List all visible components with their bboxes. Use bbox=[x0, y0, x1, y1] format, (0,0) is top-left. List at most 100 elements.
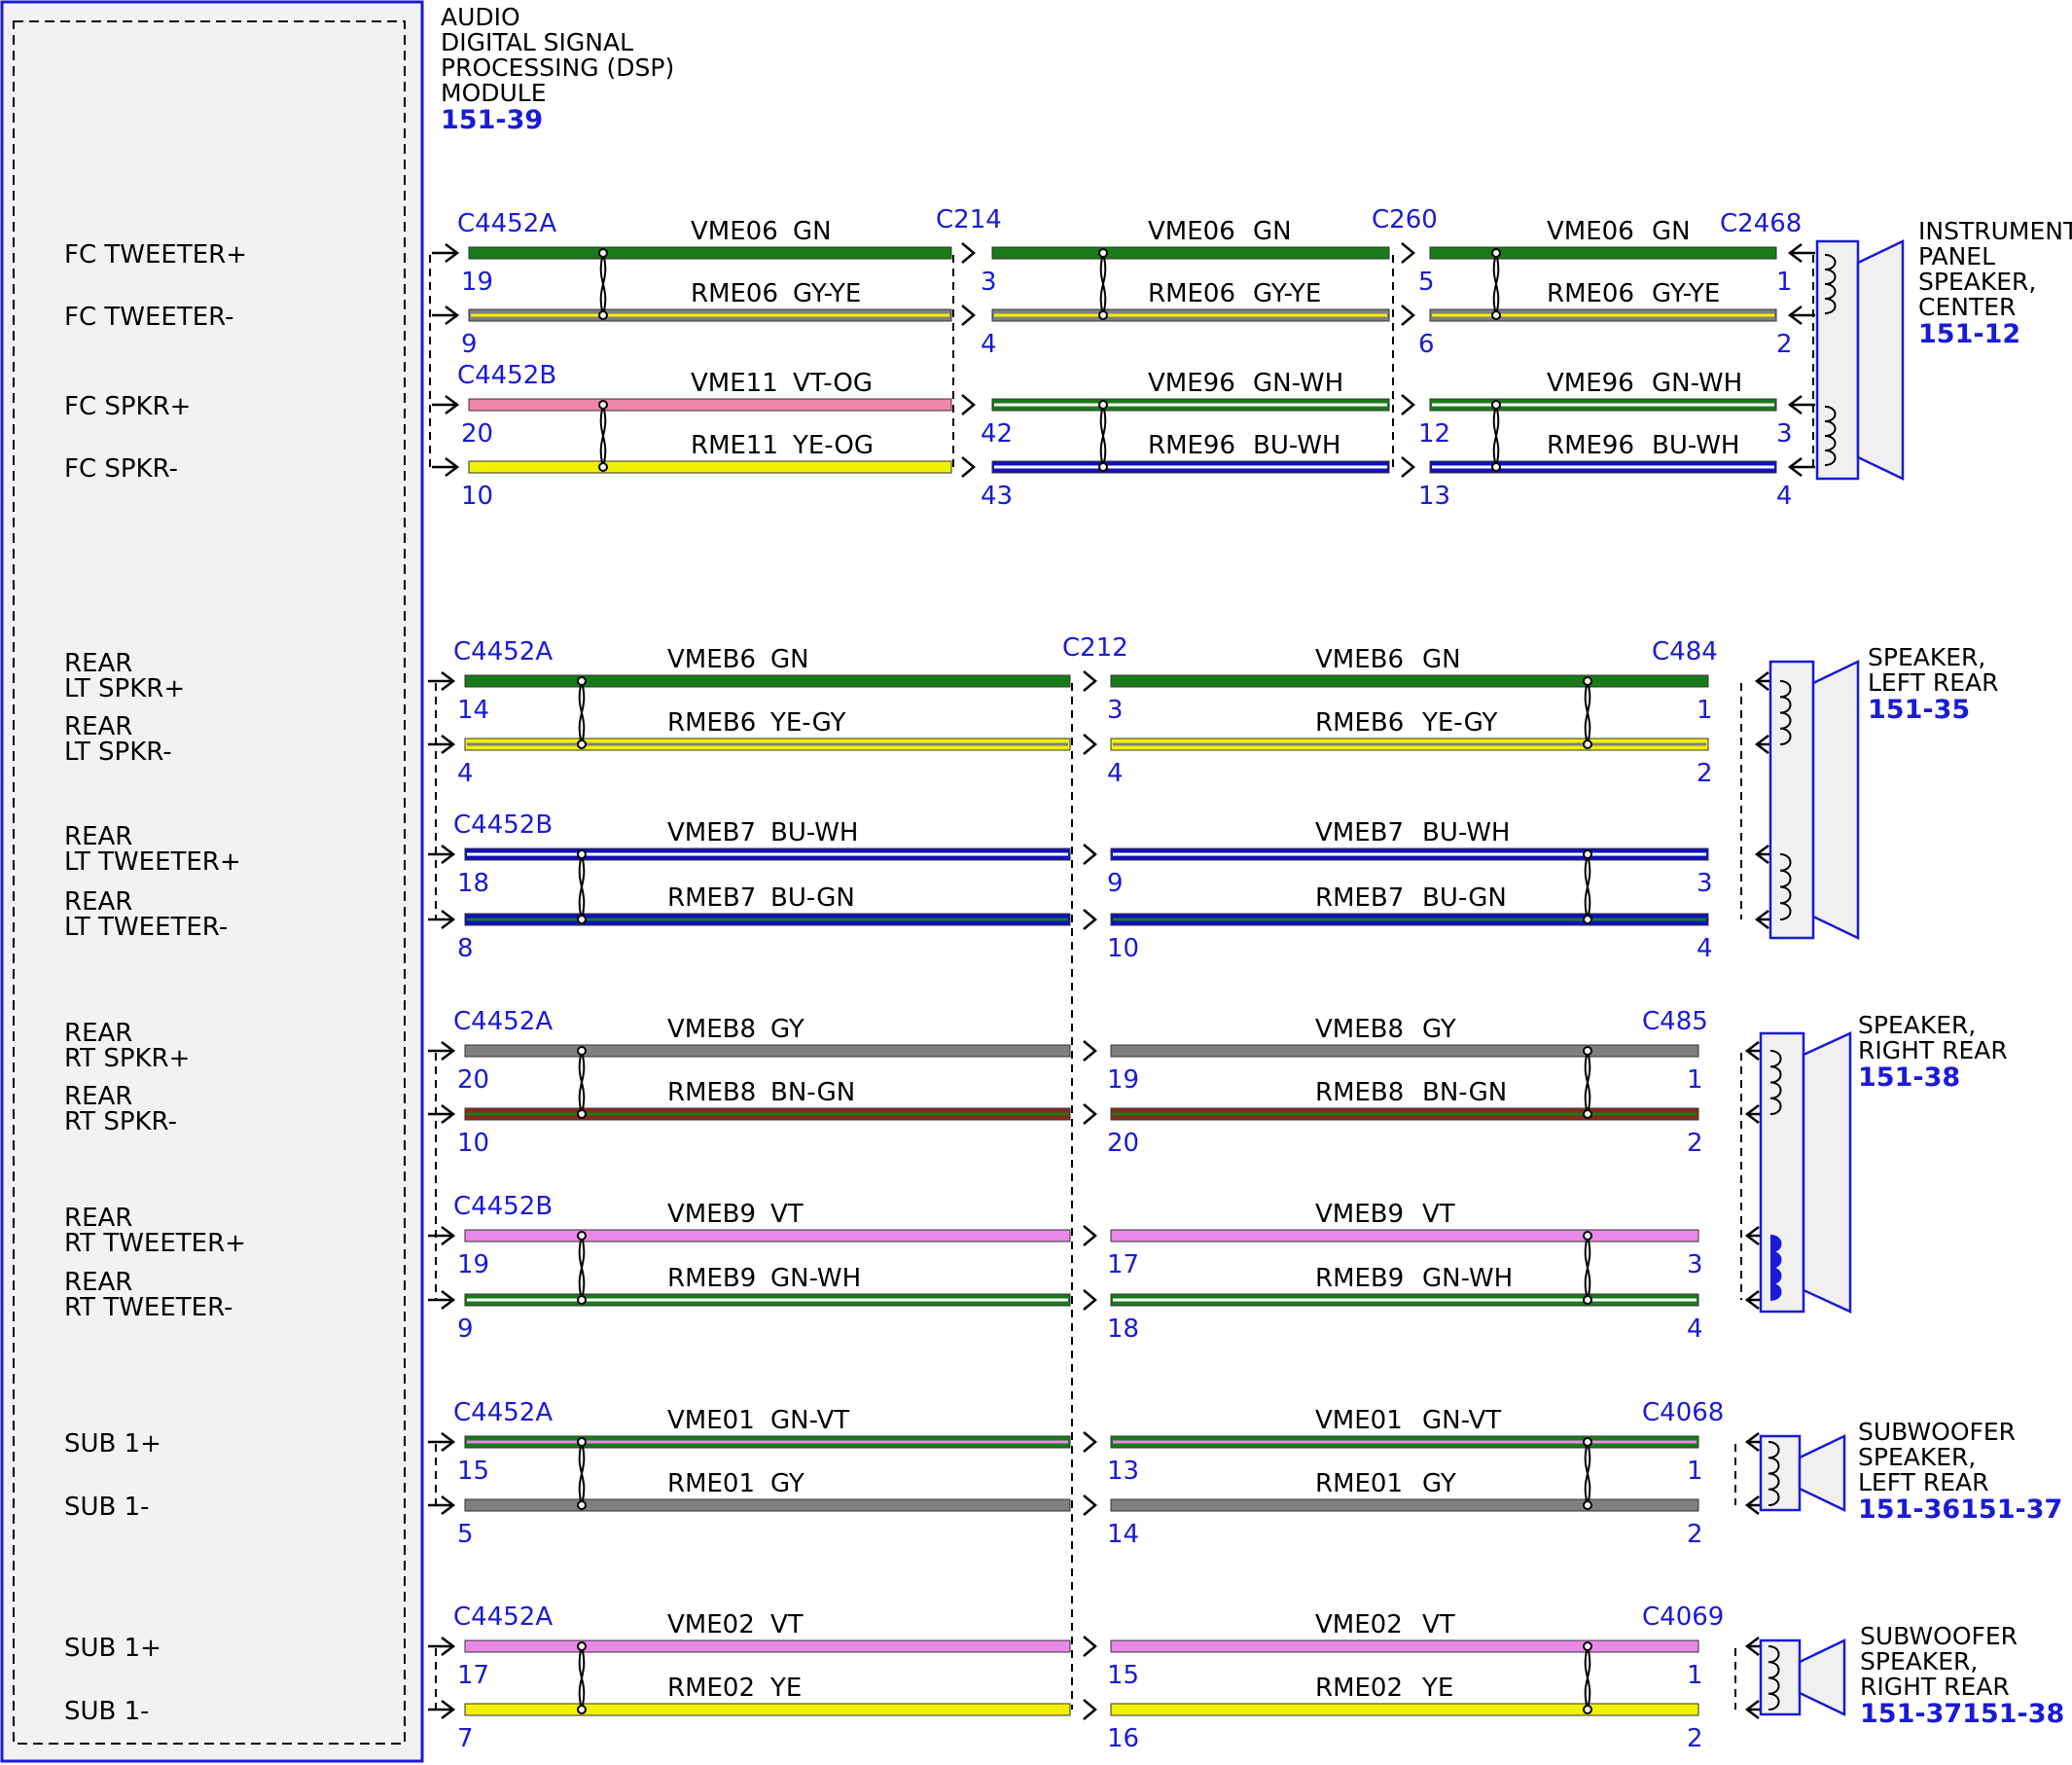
circuit-14-signal-1: SUB 1- bbox=[64, 1493, 150, 1522]
circuit-3-c2-arrow bbox=[961, 394, 976, 415]
circuit-2-seg1-wire bbox=[468, 308, 952, 322]
circuit-8-dsp-arrow bbox=[428, 910, 456, 929]
circuit-4-seg1-color: YE-OG bbox=[792, 431, 874, 460]
circuit-10-seg2-wire bbox=[1110, 1107, 1699, 1121]
circuit-8-pin4: 4 bbox=[1697, 934, 1713, 963]
circuit-15-seg2-circuit: VME02 bbox=[1315, 1610, 1403, 1639]
twist-6b bbox=[1583, 1231, 1592, 1305]
circuit-13-pin2: 13 bbox=[1107, 1457, 1139, 1486]
circuit-2-signal: FC TWEETER- bbox=[64, 303, 234, 332]
twist-7a bbox=[577, 1437, 587, 1510]
circuit-2-pin3: 6 bbox=[1418, 330, 1435, 359]
circuit-9-signal-2: RT SPKR+ bbox=[64, 1044, 190, 1073]
circuit-15-pin2: 15 bbox=[1107, 1661, 1139, 1690]
circuit-12-c2-arrow bbox=[1083, 1289, 1097, 1311]
circuit-9-seg1-circuit: VMEB8 bbox=[667, 1015, 756, 1044]
circuit-3-pin1: 20 bbox=[461, 419, 493, 449]
circuit-5-seg2-wire bbox=[1110, 674, 1709, 688]
circuit-6-seg2-circuit: RMEB6 bbox=[1315, 708, 1404, 738]
circuit-3-pin4: 3 bbox=[1776, 419, 1793, 449]
circuit-1-seg2-wire bbox=[991, 246, 1390, 260]
twist-5a bbox=[577, 1046, 587, 1119]
circuit-6-seg1-circuit: RMEB6 bbox=[667, 708, 756, 738]
circuit-12-pin2: 18 bbox=[1107, 1315, 1139, 1344]
circuit-14-pin2: 14 bbox=[1107, 1520, 1139, 1549]
circuit-4-seg1-circuit: RME11 bbox=[691, 431, 778, 460]
circuit-1-conn2: C214 bbox=[936, 205, 1002, 234]
circuit-9-seg2-color: GY bbox=[1422, 1015, 1456, 1044]
circuit-9-seg1-color: GY bbox=[770, 1015, 804, 1044]
ip-speaker-symbol bbox=[1815, 239, 1905, 481]
circuit-6-seg2-wire bbox=[1110, 738, 1709, 751]
circuit-15-seg2-wire bbox=[1110, 1639, 1699, 1653]
circuit-13-conn4: C4068 bbox=[1642, 1398, 1724, 1427]
circuit-1-pin4: 1 bbox=[1776, 268, 1793, 297]
circuit-7-seg2-wire bbox=[1110, 847, 1709, 861]
circuit-5-conn2: C212 bbox=[1062, 633, 1128, 663]
circuit-1-seg1-wire bbox=[468, 246, 952, 260]
device-subr-line-1: SUBWOOFER bbox=[1860, 1622, 2018, 1650]
circuit-11-pin1: 19 bbox=[457, 1250, 489, 1279]
dsp-module-ref: 151-39 bbox=[441, 105, 543, 135]
circuit-8-seg2-color: BU-GN bbox=[1422, 883, 1507, 913]
circuit-3-seg2-color: GN-WH bbox=[1253, 369, 1343, 398]
twist-4b bbox=[1583, 849, 1592, 924]
circuit-7-signal-2: LT TWEETER+ bbox=[64, 847, 241, 877]
circuit-16-pin4: 2 bbox=[1687, 1724, 1703, 1753]
circuit-14-c2-arrow bbox=[1083, 1495, 1097, 1516]
circuit-16-seg1-circuit: RME02 bbox=[667, 1674, 755, 1703]
dsp-title-line-3: PROCESSING (DSP) bbox=[441, 54, 674, 82]
circuit-16-pin1: 7 bbox=[457, 1724, 474, 1753]
circuit-1-seg1-circuit: VME06 bbox=[691, 217, 778, 246]
circuit-2-seg2-color: GY-YE bbox=[1253, 279, 1321, 308]
circuit-10-seg1-wire bbox=[464, 1107, 1071, 1121]
circuit-7-pin1: 18 bbox=[457, 869, 489, 898]
circuit-8-seg1-color: BU-GN bbox=[770, 883, 855, 913]
dsp-title-line-1: AUDIO bbox=[441, 3, 520, 31]
circuit-4-dsp-arrow bbox=[432, 457, 460, 477]
circuit-13-seg2-color: GN-VT bbox=[1422, 1406, 1501, 1435]
circuit-14-seg2-wire bbox=[1110, 1498, 1699, 1512]
circuit-11-c2-arrow bbox=[1083, 1225, 1097, 1246]
circuit-9-conn1: C4452A bbox=[453, 1007, 553, 1036]
circuit-14-pin4: 2 bbox=[1687, 1520, 1703, 1549]
circuit-10-seg1-circuit: RMEB8 bbox=[667, 1078, 756, 1107]
circuit-1-conn4: C2468 bbox=[1720, 209, 1802, 238]
circuit-3-signal: FC SPKR+ bbox=[64, 392, 191, 421]
device-ip-line-2: PANEL bbox=[1918, 242, 1995, 270]
dsp-title-line-4: MODULE bbox=[441, 79, 547, 107]
circuit-15-pin4: 1 bbox=[1687, 1661, 1703, 1690]
circuit-3-pin3: 12 bbox=[1418, 419, 1450, 449]
circuit-5-seg1-wire bbox=[464, 674, 1071, 688]
device-subr-line-3: RIGHT REAR bbox=[1860, 1673, 2010, 1701]
circuit-16-dsp-arrow bbox=[428, 1700, 456, 1719]
circuit-3-seg3-circuit: VME96 bbox=[1547, 369, 1634, 398]
circuit-5-seg1-circuit: VMEB6 bbox=[667, 645, 756, 674]
circuit-14-seg1-circuit: RME01 bbox=[667, 1469, 755, 1498]
circuit-5-c2-arrow bbox=[1083, 670, 1097, 692]
circuit-8-seg2-circuit: RMEB7 bbox=[1315, 883, 1404, 913]
circuit-9-pin1: 20 bbox=[457, 1065, 489, 1095]
circuit-8-seg1-wire bbox=[464, 913, 1071, 926]
circuit-1-seg3-circuit: VME06 bbox=[1547, 217, 1634, 246]
circuit-1-c3-arrow bbox=[1401, 242, 1415, 264]
circuit-11-pin4: 3 bbox=[1687, 1250, 1703, 1279]
wire-insulation bbox=[464, 1703, 1071, 1716]
circuit-14-seg1-color: GY bbox=[770, 1469, 804, 1498]
twist-3a bbox=[577, 676, 587, 749]
circuit-13-seg1-wire bbox=[464, 1435, 1071, 1449]
wire-insulation bbox=[1110, 1639, 1699, 1653]
circuit-2-seg3-wire bbox=[1429, 308, 1777, 322]
circuit-2-pin1: 9 bbox=[461, 330, 478, 359]
device-subl-line-1: SUBWOOFER bbox=[1858, 1418, 2016, 1446]
circuit-1-pin2: 3 bbox=[981, 268, 997, 297]
circuit-3-seg1-wire bbox=[468, 398, 952, 412]
circuit-14-seg1-wire bbox=[464, 1498, 1071, 1512]
circuit-15-seg1-circuit: VME02 bbox=[667, 1610, 755, 1639]
circuit-6-seg1-color: YE-GY bbox=[769, 708, 845, 738]
wire-insulation bbox=[468, 246, 952, 260]
twist-8a bbox=[577, 1641, 587, 1714]
circuit-2-seg2-wire bbox=[991, 308, 1390, 322]
circuit-16-pin2: 16 bbox=[1107, 1724, 1139, 1753]
circuit-11-seg2-wire bbox=[1110, 1229, 1699, 1243]
